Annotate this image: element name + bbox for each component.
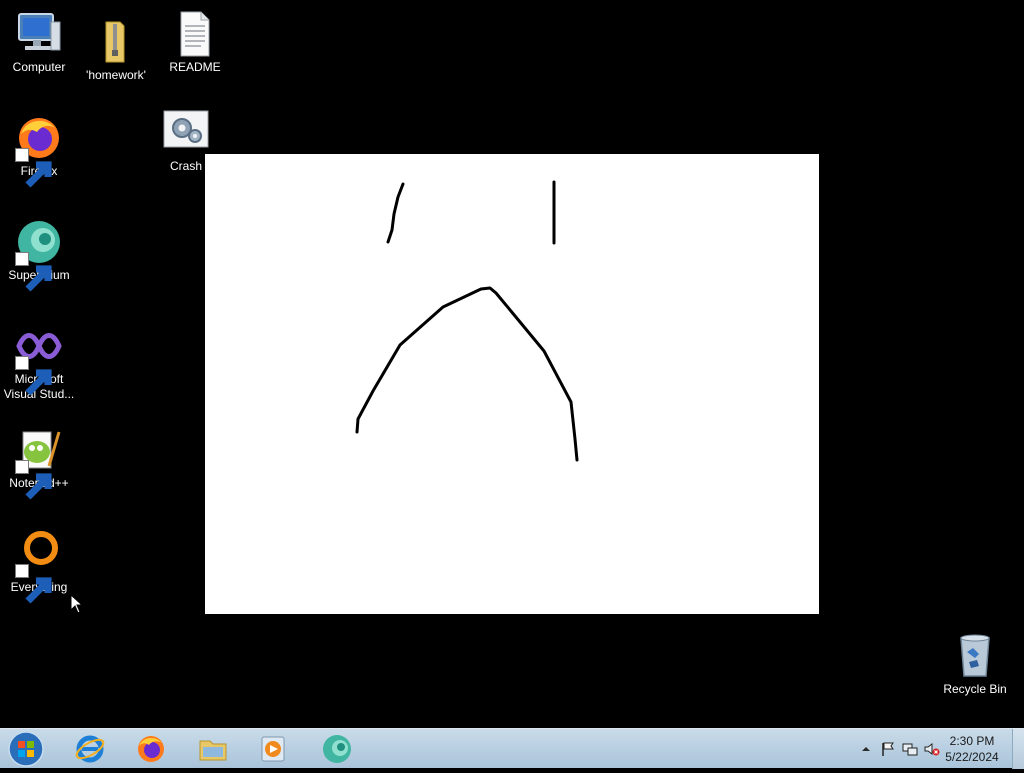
supermium-icon bbox=[15, 218, 63, 292]
start-button[interactable] bbox=[6, 730, 46, 768]
desktop-icon-recycle-bin[interactable]: Recycle Bin bbox=[937, 632, 1013, 697]
desktop-icon-label: 'homework' bbox=[86, 68, 146, 82]
taskbar-pin-media-player[interactable] bbox=[249, 730, 297, 768]
volume-button[interactable] bbox=[924, 741, 940, 757]
computer-icon bbox=[15, 10, 63, 58]
drawing-surface[interactable] bbox=[205, 154, 819, 614]
desktop-icon-readme[interactable]: README bbox=[157, 10, 233, 75]
firefox-icon bbox=[138, 736, 164, 762]
shortcut-arrow-icon bbox=[15, 460, 52, 500]
stroke-frown bbox=[355, 286, 579, 462]
ie-icon bbox=[75, 735, 105, 763]
taskbar-clock[interactable]: 2:30 PM 5/22/2024 bbox=[942, 733, 1002, 765]
shortcut-arrow-icon bbox=[15, 148, 52, 188]
recycle-bin-icon bbox=[951, 632, 999, 680]
stroke-left-eye bbox=[386, 182, 405, 244]
desktop-icon-notepadpp[interactable]: Notepad++ bbox=[1, 426, 77, 500]
network-icon bbox=[902, 743, 918, 756]
desktop-icon-visual-studio[interactable]: Microsoft Visual Stud... bbox=[1, 322, 77, 402]
volume-muted-icon bbox=[924, 743, 940, 756]
notification-area: 2:30 PM 5/22/2024 bbox=[834, 729, 1024, 769]
show-hidden-icons-button[interactable] bbox=[858, 741, 874, 757]
supermium-icon bbox=[323, 735, 351, 763]
zip-folder-icon bbox=[92, 18, 140, 66]
settings-gear-icon bbox=[162, 109, 210, 157]
desktop-icon-supermium[interactable]: Supermium bbox=[1, 218, 77, 292]
visual-studio-icon bbox=[15, 322, 63, 396]
windows-logo-icon bbox=[8, 731, 44, 767]
folder-icon bbox=[199, 740, 227, 761]
clock-time: 2:30 PM bbox=[949, 734, 995, 748]
mouse-cursor-icon bbox=[70, 594, 84, 614]
action-center-flag-button[interactable] bbox=[880, 741, 896, 757]
shortcut-arrow-icon bbox=[15, 252, 52, 292]
text-document-icon bbox=[171, 10, 219, 58]
taskbar-pin-file-explorer[interactable] bbox=[189, 730, 237, 768]
desktop-icon-label: README bbox=[169, 60, 221, 74]
desktop-icon-label: Recycle Bin bbox=[943, 682, 1007, 696]
desktop-icon-everything[interactable]: Everything bbox=[1, 530, 77, 604]
taskbar-pin-supermium[interactable] bbox=[313, 730, 361, 768]
desktop-icon-firefox[interactable]: Firefox bbox=[1, 114, 77, 188]
drawing-canvas[interactable] bbox=[205, 154, 819, 614]
taskbar-pin-internet-explorer[interactable] bbox=[66, 730, 114, 768]
notepadpp-icon bbox=[15, 426, 63, 500]
desktop-icon-homework[interactable]: 'homework' bbox=[78, 18, 154, 83]
everything-icon bbox=[15, 530, 63, 604]
taskbar: 2:30 PM 5/22/2024 bbox=[0, 728, 1024, 769]
media-player-icon bbox=[261, 736, 285, 762]
desktop: Computer 'homework' README Firefox Crash… bbox=[0, 0, 1024, 728]
shortcut-arrow-icon bbox=[15, 356, 52, 396]
taskbar-pin-firefox[interactable] bbox=[127, 730, 175, 768]
desktop-icon-computer[interactable]: Computer bbox=[1, 10, 77, 75]
shortcut-arrow-icon bbox=[15, 564, 52, 604]
firefox-icon bbox=[15, 114, 63, 188]
chevron-up-icon bbox=[862, 747, 870, 751]
flag-icon bbox=[882, 742, 894, 756]
network-button[interactable] bbox=[902, 741, 918, 757]
desktop-icon-label: Computer bbox=[12, 60, 66, 74]
clock-date: 5/22/2024 bbox=[945, 750, 999, 764]
show-desktop-button[interactable] bbox=[1012, 729, 1024, 769]
